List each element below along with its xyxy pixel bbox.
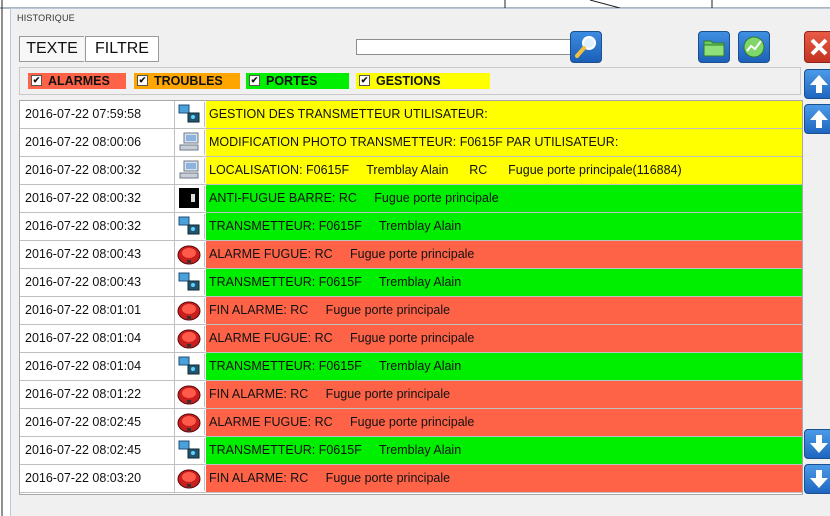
door-bar-icon: [176, 186, 205, 211]
event-date: 2016-07-22 08:03:20: [20, 465, 175, 492]
checkbox-gestions[interactable]: ✔: [359, 75, 370, 86]
checkbox-portes[interactable]: ✔: [249, 75, 260, 86]
magnifier-icon: [575, 36, 596, 58]
event-list[interactable]: 2016-07-22 07:59:58 GESTION DES TRANSMETT…: [19, 100, 803, 495]
alarm-bell-icon: [176, 410, 205, 435]
alarm-bell-icon: [176, 382, 205, 407]
event-message: TRANSMETTEUR: F0615F Tremblay Alain: [206, 437, 802, 464]
transmitter-icon: [176, 438, 205, 463]
transmitter-icon: [176, 214, 205, 239]
close-button[interactable]: [804, 31, 830, 63]
event-date: 2016-07-22 08:00:06: [20, 129, 175, 156]
event-date: 2016-07-22 08:01:01: [20, 297, 175, 324]
event-row[interactable]: 2016-07-22 08:00:32 TRANSMETTEUR: F0615F …: [20, 213, 802, 241]
event-date: 2016-07-22 08:00:32: [20, 185, 175, 212]
filter-bar: ✔ ALARMES ✔ TROUBLES ✔ PORTES ✔ GESTIONS: [19, 67, 801, 95]
event-row[interactable]: 2016-07-22 08:01:04 ALARME FUGUE: RC Fugu…: [20, 325, 802, 353]
alarm-bell-icon: [176, 326, 205, 351]
alarm-bell-icon: [176, 298, 205, 323]
event-message: TRANSMETTEUR: F0615F Tremblay Alain: [206, 269, 802, 296]
filter-gestions-label: GESTIONS: [376, 74, 441, 88]
event-row[interactable]: 2016-07-22 07:59:58 GESTION DES TRANSMETT…: [20, 101, 802, 129]
event-row[interactable]: 2016-07-22 08:00:43 ALARME FUGUE: RC Fugu…: [20, 241, 802, 269]
filter-portes-label: PORTES: [266, 74, 318, 88]
event-message: TRANSMETTEUR: F0615F Tremblay Alain: [206, 353, 802, 380]
open-folder-button[interactable]: [698, 31, 730, 63]
event-message: MODIFICATION PHOTO TRANSMETTEUR: F0615F …: [206, 129, 802, 156]
transmitter-icon: [176, 354, 205, 379]
page-up-button[interactable]: [804, 104, 830, 134]
filter-troubles-label: TROUBLES: [154, 74, 223, 88]
event-row[interactable]: 2016-07-22 08:02:45 TRANSMETTEUR: F0615F …: [20, 437, 802, 465]
filter-alarmes[interactable]: ✔ ALARMES: [28, 73, 126, 89]
page-down-button[interactable]: [804, 429, 830, 459]
search-input[interactable]: [356, 39, 576, 55]
event-row[interactable]: 2016-07-22 08:00:32 LOCALISATION: F0615F …: [20, 157, 802, 185]
alarm-bell-icon: [176, 242, 205, 267]
event-row[interactable]: 2016-07-22 08:00:32 ANTI-FUGUE BARRE: RC …: [20, 185, 802, 213]
event-message: TRANSMETTEUR: F0615F Tremblay Alain: [206, 213, 802, 240]
checkbox-troubles[interactable]: ✔: [137, 75, 148, 86]
computer-icon: [176, 158, 205, 183]
computer-icon: [176, 130, 205, 155]
event-message: ALARME FUGUE: RC Fugue porte principale: [206, 409, 802, 436]
event-date: 2016-07-22 08:02:45: [20, 409, 175, 436]
arrow-up-icon: [810, 110, 828, 128]
event-message: GESTION DES TRANSMETTEUR UTILISATEUR:: [206, 101, 802, 128]
event-message: FIN ALARME: RC Fugue porte principale: [206, 381, 802, 408]
event-message: ALARME FUGUE: RC Fugue porte principale: [206, 241, 802, 268]
event-row[interactable]: 2016-07-22 08:00:06 MODIFICATION PHOTO TR…: [20, 129, 802, 157]
chart-button[interactable]: [738, 31, 770, 63]
filter-portes[interactable]: ✔ PORTES: [246, 73, 349, 89]
filter-troubles[interactable]: ✔ TROUBLES: [134, 73, 240, 89]
arrow-down-icon: [810, 470, 828, 488]
event-date: 2016-07-22 08:00:32: [20, 213, 175, 240]
event-date: 2016-07-22 08:01:04: [20, 325, 175, 352]
close-icon: [810, 38, 828, 56]
alarm-bell-icon: [176, 466, 205, 491]
event-date: 2016-07-22 08:01:22: [20, 381, 175, 408]
event-date: 2016-07-22 08:02:45: [20, 437, 175, 464]
event-date: 2016-07-22 08:00:43: [20, 269, 175, 296]
event-message: LOCALISATION: F0615F Tremblay Alain RC F…: [206, 157, 802, 184]
tab-filtre[interactable]: FILTRE: [85, 36, 159, 62]
event-message: FIN ALARME: RC Fugue porte principale: [206, 297, 802, 324]
event-row[interactable]: 2016-07-22 08:01:22 FIN ALARME: RC Fugue …: [20, 381, 802, 409]
arrow-down-icon: [810, 435, 828, 453]
filter-gestions[interactable]: ✔ GESTIONS: [356, 73, 490, 89]
arrow-up-icon: [810, 75, 828, 93]
search-button[interactable]: [570, 31, 602, 63]
tab-texte[interactable]: TEXTE: [19, 36, 84, 62]
history-window: HISTORIQUE TEXTE FILTRE ✔ ALARMES ✔ TROU…: [10, 8, 830, 516]
chart-refresh-icon: [743, 36, 765, 58]
event-row[interactable]: 2016-07-22 08:01:04 TRANSMETTEUR: F0615F …: [20, 353, 802, 381]
event-message: ANTI-FUGUE BARRE: RC Fugue porte princip…: [206, 185, 802, 212]
folder-icon: [703, 40, 725, 57]
transmitter-icon: [176, 102, 205, 127]
scroll-top-button[interactable]: [804, 69, 830, 99]
event-date: 2016-07-22 08:00:32: [20, 157, 175, 184]
event-date: 2016-07-22 08:01:04: [20, 353, 175, 380]
event-message: ALARME FUGUE: RC Fugue porte principale: [206, 325, 802, 352]
event-row[interactable]: 2016-07-22 08:01:01 FIN ALARME: RC Fugue …: [20, 297, 802, 325]
event-row[interactable]: 2016-07-22 08:00:43 TRANSMETTEUR: F0615F …: [20, 269, 802, 297]
checkbox-alarmes[interactable]: ✔: [31, 75, 42, 86]
app-frame: HISTORIQUE TEXTE FILTRE ✔ ALARMES ✔ TROU…: [0, 0, 830, 516]
transmitter-icon: [176, 270, 205, 295]
event-date: 2016-07-22 08:00:43: [20, 241, 175, 268]
filter-alarmes-label: ALARMES: [48, 74, 110, 88]
event-message: FIN ALARME: RC Fugue porte principale: [206, 465, 802, 492]
window-title: HISTORIQUE: [17, 13, 75, 23]
event-date: 2016-07-22 07:59:58: [20, 101, 175, 128]
scroll-bottom-button[interactable]: [804, 464, 830, 494]
event-row[interactable]: 2016-07-22 08:03:20 FIN ALARME: RC Fugue …: [20, 465, 802, 493]
event-row[interactable]: 2016-07-22 08:02:45 ALARME FUGUE: RC Fugu…: [20, 409, 802, 437]
